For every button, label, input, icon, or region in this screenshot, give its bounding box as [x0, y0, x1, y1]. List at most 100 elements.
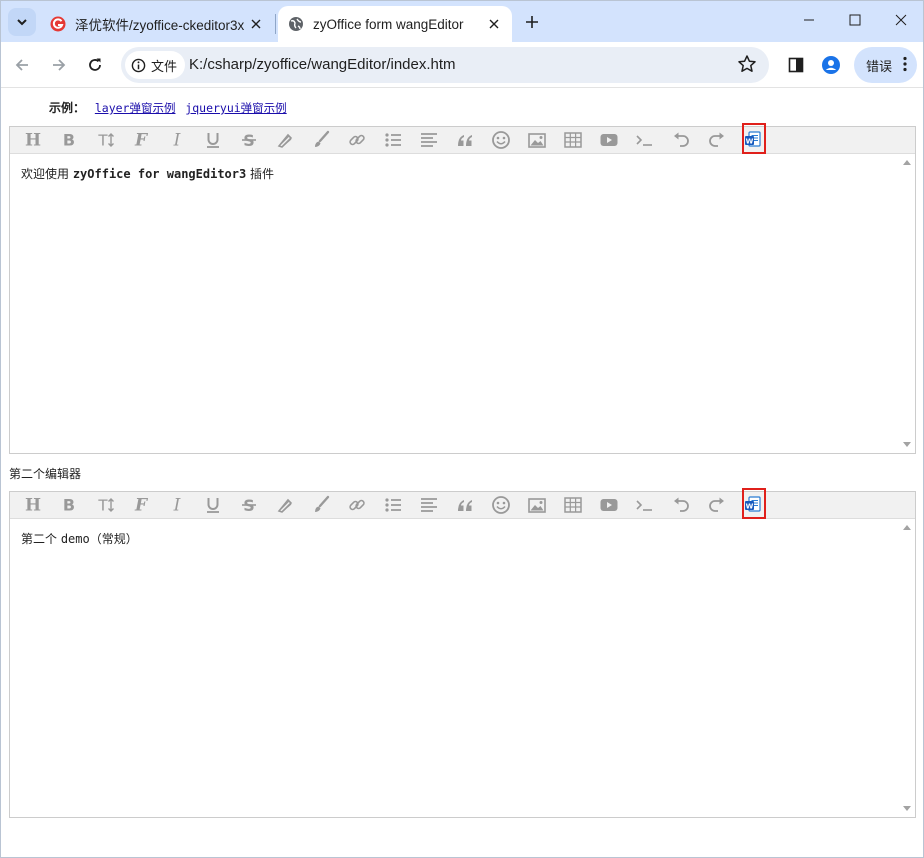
- toolbar-italic-button[interactable]: I: [159, 492, 195, 518]
- tab-zeyou[interactable]: 泽优软件/zyoffice-ckeditor3x: [40, 6, 274, 42]
- tab-close-button[interactable]: [482, 12, 506, 36]
- toolbar-emoticon-button[interactable]: [483, 492, 519, 518]
- maximize-button[interactable]: [832, 0, 878, 40]
- toolbar-bold-button[interactable]: B: [51, 127, 87, 153]
- toolbar-justify-button[interactable]: [411, 127, 447, 153]
- toolbar-image-button[interactable]: [519, 492, 555, 518]
- reload-button[interactable]: [79, 49, 111, 81]
- svg-text:I: I: [173, 131, 181, 151]
- svg-text:T: T: [97, 497, 108, 515]
- forward-button[interactable]: [43, 49, 75, 81]
- toolbar-bold-button[interactable]: B: [51, 492, 87, 518]
- svg-text:T: T: [97, 132, 108, 150]
- justify-icon: [421, 133, 437, 147]
- toolbar-underline-button[interactable]: [195, 492, 231, 518]
- vertical-scrollbar[interactable]: [899, 519, 915, 817]
- minimize-button[interactable]: [786, 0, 832, 40]
- second-editor-label: 第二个编辑器: [9, 467, 82, 481]
- toolbar-table-button[interactable]: [555, 492, 591, 518]
- svg-text:B: B: [63, 496, 75, 515]
- toolbar-video-button[interactable]: [591, 492, 627, 518]
- italic-icon: I: [173, 131, 181, 151]
- toolbar-list-button[interactable]: [375, 127, 411, 153]
- fore-color-icon: [277, 133, 293, 148]
- tab-zyoffice-wangeditor[interactable]: zyOffice form wangEditor: [278, 6, 512, 42]
- scroll-up-arrow-icon[interactable]: [903, 525, 911, 530]
- toolbar-head-button[interactable]: H: [15, 492, 51, 518]
- bookmark-button[interactable]: [737, 54, 757, 79]
- new-tab-button[interactable]: [518, 8, 546, 36]
- profile-button[interactable]: [816, 50, 846, 80]
- scroll-down-arrow-icon[interactable]: [903, 442, 911, 447]
- toolbar-quote-button[interactable]: [447, 492, 483, 518]
- toolbar-fore-color-button[interactable]: [267, 492, 303, 518]
- page-content: 示例： layer弹窗示例 jqueryui弹窗示例 HBTFISW 欢迎使用 …: [0, 88, 924, 858]
- list-icon: [385, 133, 401, 147]
- toolbar-redo-button[interactable]: [699, 127, 735, 153]
- toolbar-video-button[interactable]: [591, 127, 627, 153]
- toolbar-underline-button[interactable]: [195, 127, 231, 153]
- toolbar-table-button[interactable]: [555, 127, 591, 153]
- toolbar-image-button[interactable]: [519, 127, 555, 153]
- toolbar-strike-through-button[interactable]: S: [231, 127, 267, 153]
- video-icon: [600, 134, 618, 146]
- svg-text:H: H: [25, 131, 41, 151]
- toolbar-font-name-button[interactable]: F: [123, 127, 159, 153]
- bold-icon: B: [63, 131, 75, 150]
- undo-icon: [674, 132, 689, 147]
- toolbar-italic-button[interactable]: I: [159, 127, 195, 153]
- jqueryui-example-link[interactable]: jqueryui弹窗示例: [185, 101, 286, 115]
- toolbar-font-size-button[interactable]: T: [87, 127, 123, 153]
- editor-content-area[interactable]: 第二个 demo（常规）: [10, 519, 915, 817]
- toolbar-head-button[interactable]: H: [15, 127, 51, 153]
- tab-close-button[interactable]: [244, 12, 268, 36]
- back-color-icon: [315, 130, 330, 147]
- error-button-label: 错误: [866, 58, 893, 74]
- toolbar-font-name-button[interactable]: F: [123, 492, 159, 518]
- toolbar-back-color-button[interactable]: [303, 127, 339, 153]
- toolbar-list-button[interactable]: [375, 492, 411, 518]
- toolbar-link-button[interactable]: [339, 127, 375, 153]
- bold-icon: B: [63, 496, 75, 515]
- site-chip-label: 文件: [151, 58, 178, 74]
- zeyou-logo-icon: [50, 16, 66, 32]
- toolbar-undo-button[interactable]: [663, 492, 699, 518]
- toolbar-font-size-button[interactable]: T: [87, 492, 123, 518]
- vertical-scrollbar[interactable]: [899, 154, 915, 453]
- toolbar-justify-button[interactable]: [411, 492, 447, 518]
- toolbar-back-color-button[interactable]: [303, 492, 339, 518]
- editor-toolbar: HBTFISW: [10, 488, 915, 519]
- svg-text:I: I: [173, 496, 181, 516]
- close-window-button[interactable]: [878, 0, 924, 40]
- image-icon: [528, 133, 546, 148]
- toolbar-code-button[interactable]: [627, 127, 663, 153]
- font-size-icon: T: [97, 132, 114, 150]
- editor-content-area[interactable]: 欢迎使用 zyOffice for wangEditor3 插件: [10, 154, 915, 453]
- editor-2: HBTFISW 第二个 demo（常规）: [9, 488, 916, 818]
- globe-icon: [289, 17, 303, 31]
- scroll-down-arrow-icon[interactable]: [903, 806, 911, 811]
- font-name-icon: F: [134, 496, 149, 516]
- toolbar-strike-through-button[interactable]: S: [231, 492, 267, 518]
- side-panel-button[interactable]: [781, 50, 811, 80]
- url-text[interactable]: K:/csharp/zyoffice/wangEditor/index.htm: [189, 47, 456, 83]
- scroll-up-arrow-icon[interactable]: [903, 160, 911, 165]
- toolbar-emoticon-button[interactable]: [483, 127, 519, 153]
- back-button[interactable]: [6, 49, 38, 81]
- toolbar-quote-button[interactable]: [447, 127, 483, 153]
- text-bold: zyOffice for wangEditor3: [72, 167, 247, 181]
- address-bar[interactable]: 文件 K:/csharp/zyoffice/wangEditor/index.h…: [121, 47, 769, 83]
- text-suffix: （常规）: [89, 532, 138, 546]
- toolbar-link-button[interactable]: [339, 492, 375, 518]
- toolbar-redo-button[interactable]: [699, 492, 735, 518]
- toolbar-fore-color-button[interactable]: [267, 127, 303, 153]
- tab-search-button[interactable]: [8, 8, 36, 36]
- head-icon: H: [25, 131, 41, 151]
- error-button[interactable]: 错误: [854, 47, 917, 83]
- toolbar-code-button[interactable]: [627, 492, 663, 518]
- examples-line: 示例： layer弹窗示例 jqueryui弹窗示例: [49, 99, 293, 116]
- toolbar-undo-button[interactable]: [663, 127, 699, 153]
- italic-icon: I: [173, 496, 181, 516]
- layer-example-link[interactable]: layer弹窗示例: [95, 101, 176, 115]
- site-info-chip[interactable]: 文件: [125, 51, 186, 79]
